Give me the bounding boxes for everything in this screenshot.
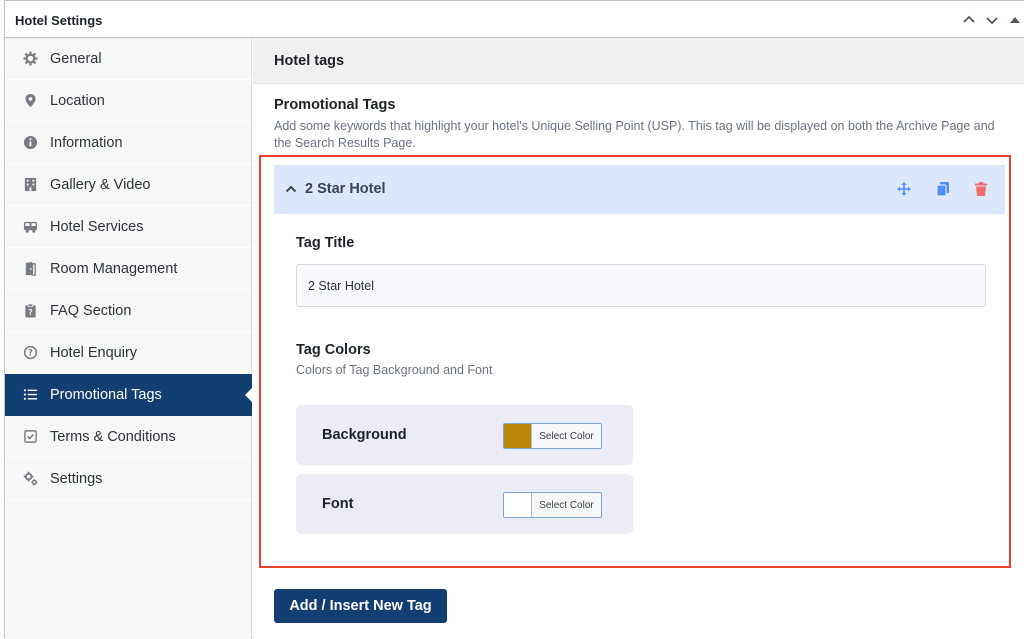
tag-header-title: 2 Star Hotel	[305, 181, 386, 197]
copy-icon[interactable]	[935, 181, 951, 197]
sidebar-item-promotional-tags[interactable]: Promotional Tags	[5, 374, 253, 416]
font-label: Font	[322, 496, 354, 512]
info-icon	[21, 134, 39, 152]
sidebar-item-information[interactable]: Information	[5, 122, 252, 164]
sidebar-item-label: Terms & Conditions	[50, 428, 176, 445]
sidebar-item-gallery-video[interactable]: Gallery & Video	[5, 164, 252, 206]
background-color-row: Background Select Color	[296, 405, 633, 465]
settings-content: Hotel tags Promotional Tags Add some key…	[253, 38, 1024, 639]
panel-header: Hotel Settings	[5, 1, 1024, 38]
font-color-picker[interactable]: Select Color	[503, 492, 602, 518]
background-color-picker[interactable]: Select Color	[503, 423, 602, 449]
chevron-down-icon[interactable]	[983, 11, 1001, 29]
sidebar-item-label: Room Management	[50, 260, 178, 277]
field-title: Promotional Tags	[274, 97, 396, 113]
sidebar-item-room-management[interactable]: Room Management	[5, 248, 252, 290]
font-color-row: Font Select Color	[296, 474, 633, 534]
sidebar-item-label: Information	[50, 134, 123, 151]
delete-icon[interactable]	[973, 181, 989, 197]
sidebar-item-general[interactable]: General	[5, 38, 252, 80]
sidebar-item-hotel-enquiry[interactable]: ? Hotel Enquiry	[5, 332, 252, 374]
tag-title-label: Tag Title	[296, 235, 355, 251]
building-icon	[21, 176, 39, 194]
section-header: Hotel tags	[253, 38, 1024, 84]
add-insert-new-tag-button[interactable]: Add / Insert New Tag	[274, 589, 447, 623]
sidebar-item-label: FAQ Section	[50, 302, 132, 319]
tag-header[interactable]: 2 Star Hotel	[274, 165, 1005, 214]
sidebar-item-label: Gallery & Video	[50, 176, 151, 193]
chevron-up-icon[interactable]	[284, 182, 298, 196]
background-color-swatch	[504, 424, 532, 448]
tag-colors-description: Colors of Tag Background and Font	[296, 363, 493, 377]
checkbox-icon	[21, 428, 39, 446]
tag-item: 2 Star Hotel Tag Title Tag Colors Colors…	[274, 165, 1005, 560]
section-title: Hotel tags	[274, 53, 345, 69]
panel-title: Hotel Settings	[15, 13, 103, 28]
svg-text:?: ?	[28, 308, 32, 317]
sidebar-item-label: General	[50, 50, 102, 67]
sidebar-item-label: Hotel Services	[50, 218, 144, 235]
collapse-triangle-icon[interactable]	[1006, 11, 1024, 29]
sidebar-item-hotel-services[interactable]: Hotel Services	[5, 206, 252, 248]
svg-text:?: ?	[28, 348, 33, 358]
bus-icon	[21, 218, 39, 236]
font-color-swatch	[504, 493, 532, 517]
move-icon[interactable]	[896, 181, 912, 197]
sidebar-item-label: Hotel Enquiry	[50, 344, 138, 361]
sidebar-item-label: Promotional Tags	[50, 386, 162, 403]
gear-icon	[21, 50, 39, 68]
door-icon	[21, 260, 39, 278]
sidebar-item-settings[interactable]: Settings	[5, 458, 252, 500]
sidebar-item-location[interactable]: Location	[5, 80, 252, 122]
tag-title-input[interactable]	[296, 264, 986, 307]
settings-sidebar: General Location Information Gallery & V…	[5, 38, 253, 639]
select-color-label: Select Color	[539, 430, 594, 442]
sidebar-item-label: Location	[50, 92, 105, 109]
tag-colors-label: Tag Colors	[296, 342, 371, 358]
clipboard-icon: ?	[21, 302, 39, 320]
chevron-up-icon[interactable]	[960, 11, 978, 29]
active-pointer	[245, 387, 253, 403]
hotel-settings-panel: Hotel Settings General Location Informat…	[4, 0, 1024, 639]
select-color-label: Select Color	[539, 499, 594, 511]
background-label: Background	[322, 427, 407, 443]
sidebar-item-faq-section[interactable]: ? FAQ Section	[5, 290, 252, 332]
sidebar-item-terms-conditions[interactable]: Terms & Conditions	[5, 416, 252, 458]
list-icon	[21, 386, 39, 404]
gears-icon	[21, 470, 39, 488]
sidebar-item-label: Settings	[50, 470, 103, 487]
location-pin-icon	[21, 92, 39, 110]
question-circle-icon: ?	[21, 344, 39, 362]
field-description: Add some keywords that highlight your ho…	[274, 119, 995, 150]
